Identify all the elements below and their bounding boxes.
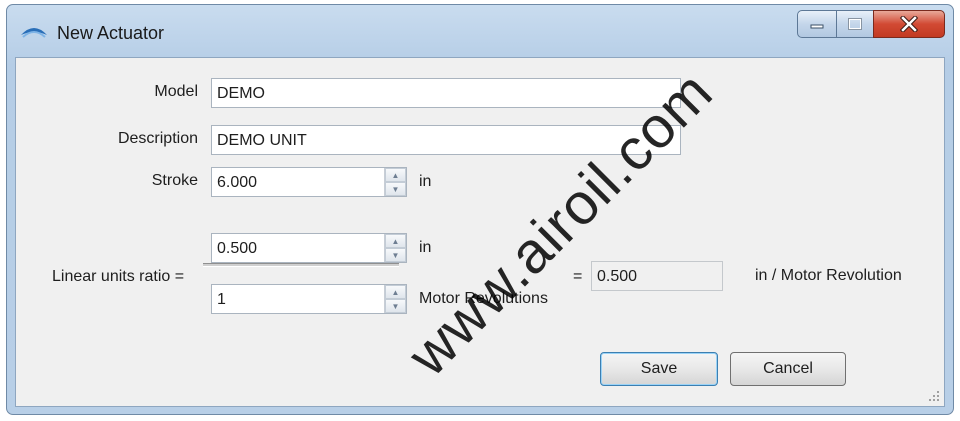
stroke-label: Stroke [151,172,198,189]
spin-up-icon[interactable]: ▲ [385,168,406,182]
ratio-label: Linear units ratio = [52,268,185,285]
stroke-value: 6.000 [217,174,258,191]
ratio-numerator-spinner[interactable]: ▲ ▼ [384,234,406,262]
minimize-icon [810,24,824,29]
ratio-numerator-input[interactable]: 0.500 [211,233,407,263]
close-icon [900,16,918,32]
minimize-button[interactable] [797,10,837,38]
ratio-result-unit: in / Motor Revolution [755,267,902,284]
stroke-input[interactable]: 6.000 [211,167,407,197]
ratio-denominator-input[interactable]: 1 [211,284,407,314]
fraction-line [203,263,399,267]
spin-down-icon[interactable]: ▼ [385,248,406,262]
save-button[interactable]: Save [600,352,718,386]
description-label: Description [117,130,198,147]
actuator-dialog: New Actuator Model DEMO Description DEMO… [6,4,954,415]
ratio-denominator-spinner[interactable]: ▲ ▼ [384,285,406,313]
spin-up-icon[interactable]: ▲ [385,234,406,248]
window-title: New Actuator [57,23,165,43]
title-bar[interactable]: New Actuator [7,5,953,57]
stroke-unit: in [419,173,432,190]
model-label: Model [154,83,198,100]
ratio-result-field: 0.500 [591,261,723,291]
stroke-spinner[interactable]: ▲ ▼ [384,168,406,196]
model-input[interactable]: DEMO [211,78,681,108]
cancel-button[interactable]: Cancel [730,352,846,386]
spin-down-icon[interactable]: ▼ [385,182,406,196]
spin-down-icon[interactable]: ▼ [385,299,406,313]
maximize-button[interactable] [836,10,874,38]
maximize-icon [848,18,862,30]
ratio-denominator-value: 1 [217,291,226,308]
dialog-content: Model DEMO Description DEMO UNIT Stroke … [15,57,945,407]
ratio-numerator-value: 0.500 [217,240,258,257]
spin-up-icon[interactable]: ▲ [385,285,406,299]
equals-sign: = [573,268,583,285]
actuator-app-icon [21,28,47,38]
resize-grip-icon[interactable] [928,390,940,402]
close-button[interactable] [873,10,945,38]
ratio-numerator-unit: in [419,239,432,256]
